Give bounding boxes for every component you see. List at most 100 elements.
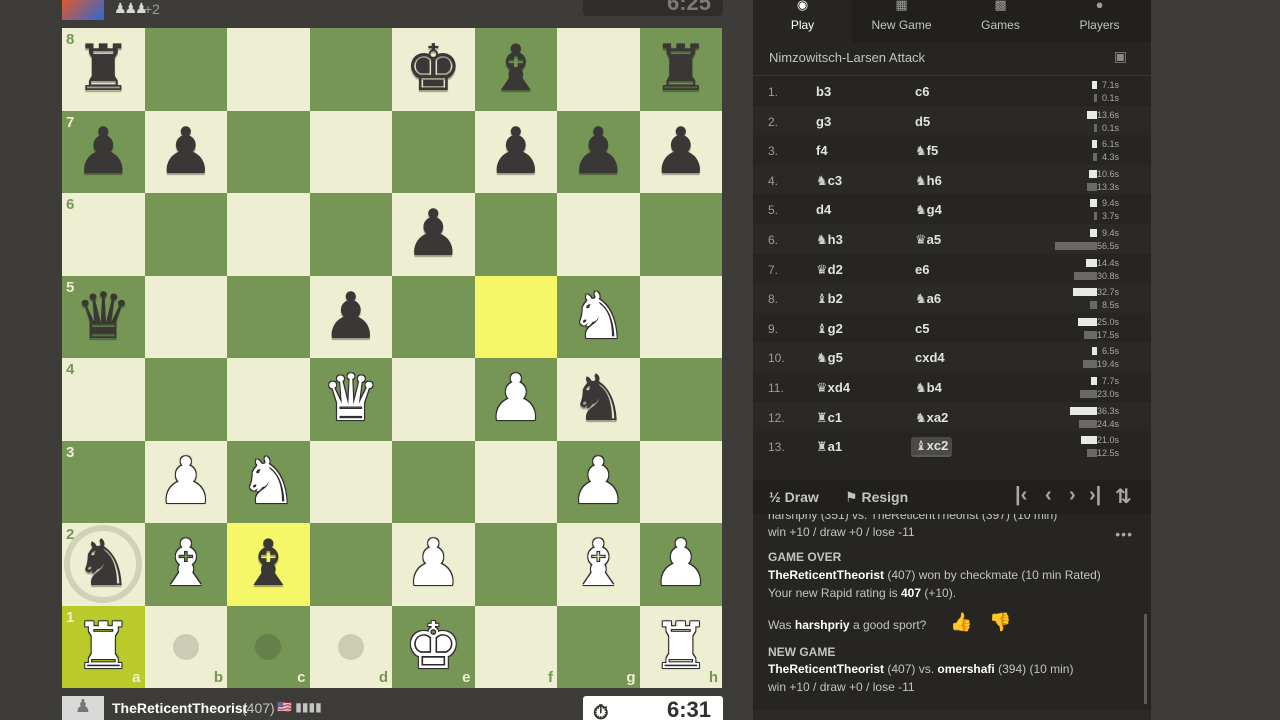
square-h4[interactable] [639,358,722,441]
square-g1[interactable]: g [557,605,640,688]
black-move[interactable]: ♞b4 [915,380,942,396]
square-c7[interactable] [227,110,310,193]
player-name[interactable]: TheReticentTheorist [112,700,247,716]
square-d6[interactable] [309,193,392,276]
white-move[interactable]: ♝b2 [816,291,843,307]
white-move[interactable]: ♞g5 [816,350,843,366]
black-move[interactable]: ♞h6 [915,173,942,189]
square-g4[interactable]: ♞ [557,358,640,441]
square-a4[interactable]: 4 [62,358,145,441]
black-move[interactable]: ♞xa2 [915,410,948,426]
book-icon[interactable]: ▣ [1114,48,1127,65]
tab-new-game[interactable]: ▦ New Game [852,0,951,42]
square-e2[interactable]: ♟ [392,523,475,606]
black-piece-f8[interactable]: ♝ [475,28,558,111]
white-piece-h1[interactable]: ♜ [640,606,723,689]
thumbs-down-icon[interactable]: 👎 [989,612,1011,633]
square-b4[interactable] [144,358,227,441]
square-g7[interactable]: ♟ [557,110,640,193]
opponent-avatar[interactable] [62,0,104,20]
square-e5[interactable] [392,275,475,358]
tab-players[interactable]: ● Players [1050,0,1149,42]
square-e3[interactable] [392,440,475,523]
square-g5[interactable]: ♞ [557,275,640,359]
square-e8[interactable]: ♚ [392,28,475,111]
square-b1[interactable]: b [144,605,227,688]
square-g6[interactable] [557,193,640,276]
square-d8[interactable] [309,28,392,111]
white-piece-g5[interactable]: ♞ [557,276,640,359]
opening-name[interactable]: Nimzowitsch-Larsen Attack [769,50,925,65]
black-move[interactable]: e6 [915,262,929,278]
black-piece-a8[interactable]: ♜ [62,28,145,111]
square-d1[interactable]: d [309,605,392,688]
square-b8[interactable] [144,28,227,111]
square-f8[interactable]: ♝ [474,28,558,111]
legal-move-dot[interactable] [172,633,199,660]
white-move[interactable]: ♞h3 [816,232,843,248]
square-h5[interactable] [639,275,722,358]
white-piece-f4[interactable]: ♟ [475,358,558,441]
black-piece-a7[interactable]: ♟ [62,111,145,194]
square-a1[interactable]: 1 a ♜ [62,605,145,688]
draw-button[interactable]: ½ Draw [769,489,819,505]
white-move[interactable]: ♜c1 [816,410,842,426]
white-piece-e1[interactable]: ♚ [392,606,475,689]
square-c2[interactable]: ♝ [227,523,310,606]
square-c1[interactable]: c [227,605,310,688]
square-a2[interactable]: 2 ♞ [62,523,145,606]
square-a6[interactable]: 6 [62,193,145,276]
black-piece-d5[interactable]: ♟ [310,276,393,359]
white-piece-h2[interactable]: ♟ [640,523,723,606]
black-move[interactable]: ♞a6 [915,291,941,307]
square-f1[interactable]: f [474,605,557,688]
white-piece-b3[interactable]: ♟ [145,441,228,524]
white-piece-c3[interactable]: ♞ [227,441,310,524]
black-move[interactable]: d5 [915,114,930,130]
legal-move-dot[interactable] [337,633,364,660]
square-h2[interactable]: ♟ [639,523,723,606]
flip-board-icon[interactable]: ⇅ [1115,484,1132,509]
square-h7[interactable]: ♟ [639,110,722,193]
square-d7[interactable] [309,110,392,193]
square-e6[interactable]: ♟ [392,193,475,276]
white-move[interactable]: ♜a1 [816,439,842,455]
white-move[interactable]: b3 [816,84,831,100]
black-move[interactable]: c6 [915,84,929,100]
black-piece-a5[interactable]: ♛ [62,276,145,359]
square-c8[interactable] [227,28,310,111]
square-g8[interactable] [557,28,640,111]
first-move-icon[interactable]: |‹ [1015,484,1027,507]
square-g3[interactable]: ♟ [557,440,640,523]
new-game-opponent[interactable]: omershafi [937,662,994,676]
square-f4[interactable]: ♟ [474,358,558,441]
new-game-player[interactable]: TheReticentTheorist [768,662,884,676]
tab-play[interactable]: ◉ Play [753,0,852,42]
white-move[interactable]: ♛xd4 [816,380,850,396]
square-f5[interactable] [474,275,557,358]
square-a3[interactable]: 3 [62,440,145,523]
white-piece-g2[interactable]: ♝ [557,523,640,606]
white-piece-b2[interactable]: ♝ [145,523,228,606]
resign-button[interactable]: ⚑ Resign [845,489,908,506]
white-move[interactable]: ♛d2 [816,262,843,278]
square-f7[interactable]: ♟ [474,110,557,193]
white-move[interactable]: ♞c3 [816,173,842,189]
black-piece-e8[interactable]: ♚ [392,28,475,111]
square-c5[interactable] [227,275,310,358]
white-move[interactable]: g3 [816,114,831,130]
square-c6[interactable] [227,193,310,276]
white-piece-e2[interactable]: ♟ [392,523,475,606]
square-d4[interactable]: ♛ [309,358,393,441]
chess-board[interactable]: 8 ♜ ♚ ♝ ♜ 7 ♟ ♟ ♟ ♟ ♟ 6 ♟ 5 ♛ ♟ ♞ 4 ♛ ♟ ♞ 3 ♟ ♞ ♟ 2 ♞ ♝ ♝ ♟ ♝ ♟ 1 a ♜ b c d e ♚… [62,28,722,688]
square-h8[interactable]: ♜ [639,28,722,111]
chat-scrollbar[interactable] [1144,614,1147,704]
black-move[interactable]: c5 [915,321,929,337]
more-options-icon[interactable]: ••• [1115,526,1133,542]
square-a8[interactable]: 8 ♜ [62,28,145,111]
white-piece-d4[interactable]: ♛ [310,358,393,441]
square-f2[interactable] [474,523,557,606]
legal-move-dot[interactable] [255,633,281,660]
square-b5[interactable] [144,275,227,358]
square-b6[interactable] [144,193,227,276]
